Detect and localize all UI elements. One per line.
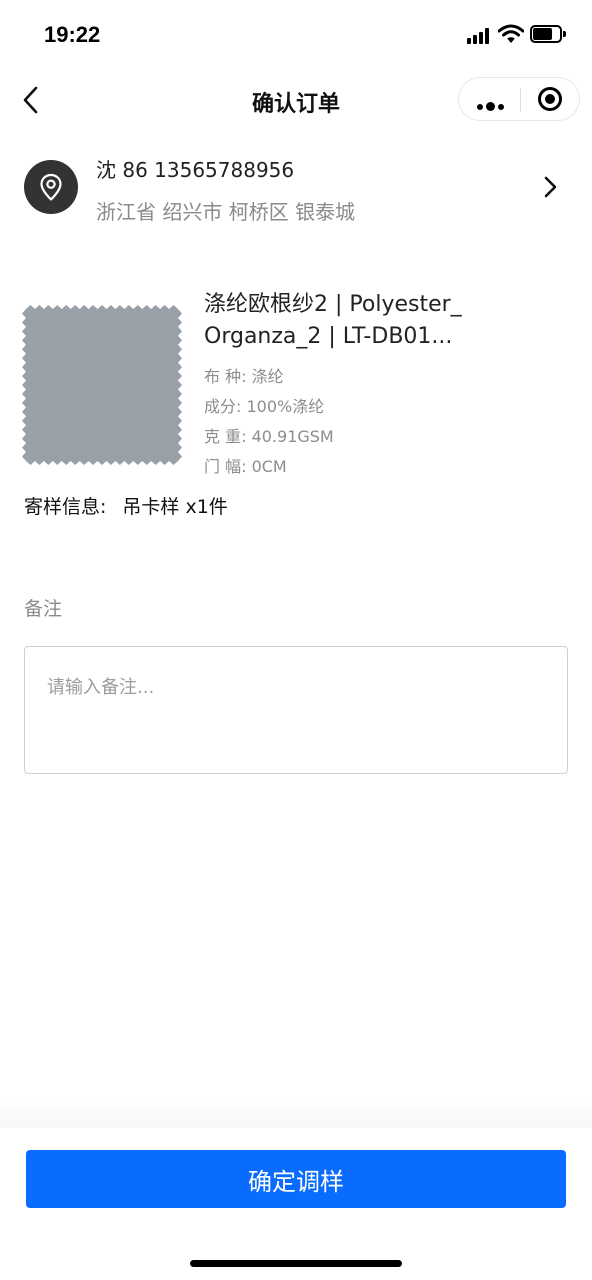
wifi-icon <box>498 24 524 43</box>
more-button[interactable] <box>459 78 520 120</box>
spec-fabric-type: 布 种: 涤纶 <box>204 367 284 386</box>
status-time: 19:22 <box>44 22 101 47</box>
fabric-swatch-image <box>22 305 182 465</box>
product-title: 涤纶欧根纱2 | Polyester_ Organza_2 | LT-DB01.… <box>204 292 462 349</box>
address-name-phone: 沈 86 13565788956 <box>96 158 295 182</box>
location-pin-icon <box>24 160 78 214</box>
shipping-value: 吊卡样 x1件 <box>122 496 228 518</box>
spec-composition: 成分: 100%涤纶 <box>204 397 325 416</box>
more-dots-icon <box>477 96 507 111</box>
spec-weight: 克 重: 40.91GSM <box>204 427 334 446</box>
bottom-shadow <box>0 1100 592 1128</box>
shipping-label: 寄样信息: <box>24 496 107 518</box>
address-card[interactable]: 沈 86 13565788956 浙江省 绍兴市 柯桥区 银泰城 <box>0 140 592 240</box>
shipping-info: 寄样信息: 吊卡样 x1件 <box>24 492 228 519</box>
home-indicator <box>190 1260 402 1267</box>
spec-width: 门 幅: 0CM <box>204 457 287 476</box>
cellular-signal-icon <box>467 28 493 44</box>
mini-program-capsule <box>458 77 580 121</box>
close-mini-program-button[interactable] <box>521 78 579 120</box>
address-detail: 浙江省 绍兴市 柯桥区 银泰城 <box>96 200 356 224</box>
nav-bar: 确认订单 <box>0 70 592 130</box>
status-bar: 19:22 <box>0 0 592 70</box>
battery-icon <box>530 25 568 45</box>
order-confirm-page: 19:22 确认订单 沈 86 13565788956 浙江省 绍兴市 柯桥区 … <box>0 0 592 1280</box>
bottom-bar: 确定调样 <box>0 1128 592 1280</box>
remark-textarea[interactable] <box>24 646 568 774</box>
remark-label: 备注 <box>24 598 63 620</box>
product-item: 涤纶欧根纱2 | Polyester_ Organza_2 | LT-DB01.… <box>0 285 592 485</box>
confirm-sample-button[interactable]: 确定调样 <box>26 1150 566 1208</box>
chevron-right-icon <box>544 176 557 198</box>
